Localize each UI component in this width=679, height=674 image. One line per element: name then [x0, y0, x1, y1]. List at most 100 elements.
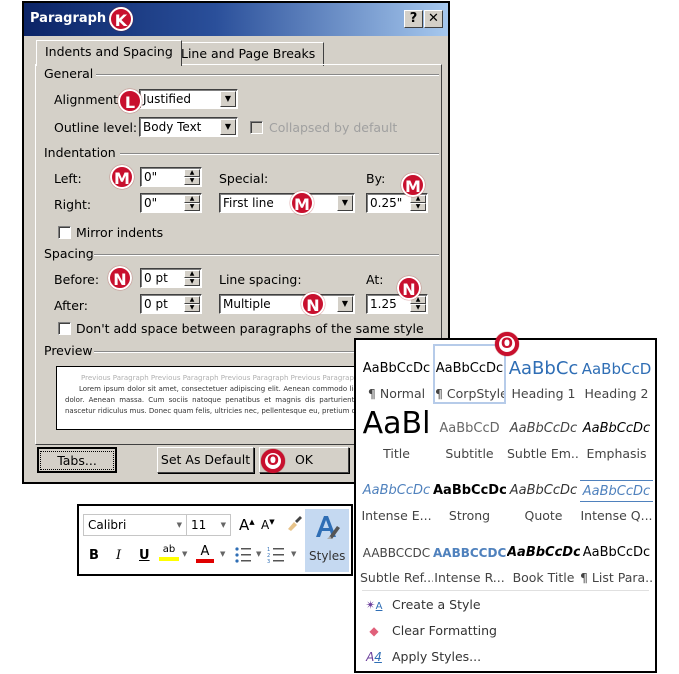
style-intense-quote[interactable]: AaBbCcDc Intense Q... [580, 466, 653, 526]
preview-previous-paragraph: Previous Paragraph Previous Paragraph Pr… [81, 374, 391, 382]
special-value: First line [223, 196, 274, 210]
grow-font-icon[interactable]: A▲ [239, 516, 255, 534]
style-name: Subtitle [445, 446, 494, 461]
style-subtle-emphasis[interactable]: AaBbCcDc Subtle Em... [507, 404, 580, 464]
left-indent-value: 0" [144, 170, 158, 184]
style-sample: AaBbCcDc [435, 361, 504, 376]
dont-add-space-checkbox[interactable] [58, 322, 71, 335]
alignment-value: Justified [143, 92, 191, 106]
tab-indents-spacing[interactable]: Indents and Spacing [36, 40, 182, 66]
chevron-down-icon[interactable]: ▼ [182, 550, 187, 558]
close-button[interactable]: ✕ [424, 10, 443, 28]
style-quote[interactable]: AaBbCcDc Quote [507, 466, 580, 526]
styles-icon [316, 516, 340, 539]
shrink-font-icon[interactable]: A▼ [261, 518, 275, 532]
section-indentation: Indentation [44, 145, 439, 160]
alignment-select[interactable]: Justified ▼ [139, 89, 238, 109]
underline-button[interactable]: U [139, 548, 150, 563]
style-intense-emphasis[interactable]: AaBbCcDc Intense E... [360, 466, 433, 526]
style-strong[interactable]: AaBbCcDc Strong [433, 466, 506, 526]
style-name: Intense Q... [580, 508, 653, 523]
menu-clear-formatting[interactable]: ◆ Clear Formatting [364, 623, 497, 638]
chevron-down-icon: ▼ [220, 91, 236, 107]
numbering-button[interactable]: 123 [267, 546, 285, 568]
section-heading: Preview [44, 343, 93, 358]
after-spinner[interactable]: ▲ ▼ [184, 296, 200, 312]
right-indent-spinner[interactable]: ▲ ▼ [184, 195, 200, 211]
style-sample: AaBbCcDc [509, 421, 578, 436]
style-subtle-reference[interactable]: AABBCCDC Subtle Ref... [360, 528, 433, 588]
chevron-down-icon[interactable]: ▼ [291, 550, 296, 558]
outline-level-value: Body Text [143, 120, 202, 134]
callout-m: M [401, 173, 425, 197]
style-normal[interactable]: AaBbCcDc ¶ Normal [360, 344, 433, 404]
style-name: Intense R... [434, 570, 505, 585]
style-name: Subtle Ref... [360, 570, 433, 585]
before-input[interactable]: 0 pt ▲ ▼ [140, 268, 202, 288]
left-indent-spinner[interactable]: ▲ ▼ [184, 169, 200, 185]
dialog-title: Paragraph [30, 11, 107, 26]
at-input[interactable]: 1.25 ▲ ▼ [366, 294, 428, 314]
outline-level-label: Outline level: [54, 120, 138, 135]
outline-level-select[interactable]: Body Text ▼ [139, 117, 238, 137]
at-label: At: [366, 272, 384, 287]
style-name: Title [383, 446, 410, 461]
dont-add-space-label: Don't add space between paragraphs of th… [76, 321, 424, 336]
bullets-button[interactable] [234, 546, 252, 568]
italic-button[interactable]: I [116, 548, 121, 563]
style-list-paragraph[interactable]: AaBbCcDc ¶ List Para... [580, 528, 653, 588]
style-title[interactable]: AaBl Title [360, 404, 433, 464]
style-sample: AaBbCcD [581, 360, 652, 378]
callout-k: K [109, 7, 133, 31]
chevron-down-icon: ▼ [220, 119, 236, 135]
style-heading-2[interactable]: AaBbCcD Heading 2 [580, 344, 653, 404]
special-label: Special: [219, 171, 269, 186]
tabs-button[interactable]: Tabs... [37, 447, 117, 473]
font-color-icon: A [200, 544, 210, 559]
chevron-down-icon: ▼ [220, 521, 226, 529]
menu-create-style[interactable]: ✴A Create a Style [364, 597, 481, 612]
left-indent-input[interactable]: 0" ▲ ▼ [140, 167, 202, 187]
right-indent-input[interactable]: 0" ▲ ▼ [140, 193, 202, 213]
style-emphasis[interactable]: AaBbCcDc Emphasis [580, 404, 653, 464]
right-indent-value: 0" [144, 196, 158, 210]
style-intense-reference[interactable]: AABBCCDC Intense R... [433, 528, 506, 588]
font-name-select[interactable]: Calibri ▼ [83, 514, 187, 536]
highlight-button[interactable]: ab [159, 544, 179, 561]
menu-apply-styles[interactable]: A4 Apply Styles... [364, 649, 481, 664]
section-general: General [44, 66, 439, 81]
collapsed-checkbox[interactable] [250, 121, 263, 134]
section-heading: Indentation [44, 145, 116, 160]
style-sample: AaBbCcDc [507, 545, 580, 560]
style-book-title[interactable]: AaBbCcDc Book Title [507, 528, 580, 588]
style-corpstyle[interactable]: AaBbCcDc ¶ CorpStyle [433, 344, 506, 404]
help-button[interactable]: ? [404, 10, 423, 28]
callout-n: N [397, 276, 421, 300]
style-sample: AaBbCcDc [362, 361, 431, 376]
dialog-titlebar[interactable]: Paragraph ? ✕ [24, 3, 448, 36]
clear-formatting-icon[interactable] [285, 514, 303, 536]
styles-button[interactable]: Styles [305, 509, 349, 572]
after-input[interactable]: 0 pt ▲ ▼ [140, 294, 202, 314]
bold-button[interactable]: B [89, 548, 99, 563]
font-color-button[interactable]: A [196, 544, 214, 563]
set-as-default-button[interactable]: Set As Default [157, 447, 254, 473]
font-size-select[interactable]: 11 ▼ [186, 514, 231, 536]
style-heading-1[interactable]: AaBbCc Heading 1 [507, 344, 580, 404]
style-subtitle[interactable]: AaBbCcD Subtitle [433, 404, 506, 464]
chevron-down-icon[interactable]: ▼ [220, 550, 225, 558]
style-name: Quote [524, 508, 563, 523]
chevron-down-icon[interactable]: ▼ [256, 550, 261, 558]
highlight-icon: ab [162, 544, 176, 555]
style-sample: AaBbCcDc [509, 483, 578, 498]
style-sample: AaBbCcDc [582, 421, 651, 436]
chevron-down-icon: ▼ [337, 195, 353, 211]
tab-line-page-breaks[interactable]: Line and Page Breaks [172, 42, 325, 66]
mirror-indents-checkbox[interactable] [58, 226, 71, 239]
by-input[interactable]: 0.25" ▲ ▼ [366, 193, 428, 213]
before-spinner[interactable]: ▲ ▼ [184, 270, 200, 286]
special-select[interactable]: First line ▼ [219, 193, 355, 213]
before-value: 0 pt [144, 271, 168, 285]
by-label: By: [366, 171, 386, 186]
line-spacing-select[interactable]: Multiple ▼ [219, 294, 355, 314]
